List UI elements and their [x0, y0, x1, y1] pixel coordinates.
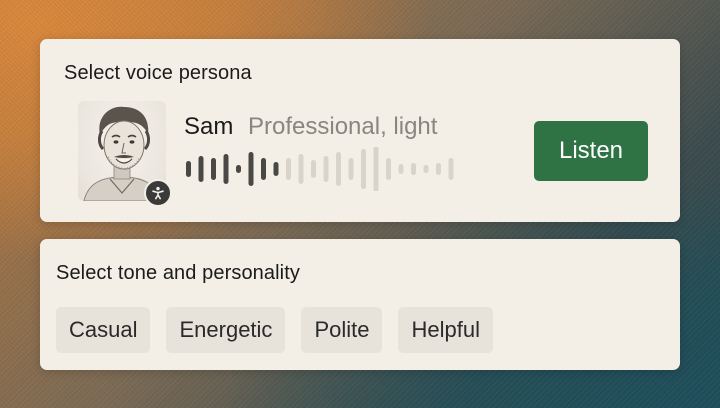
accessibility-icon	[144, 179, 172, 207]
waveform-bar	[211, 158, 216, 180]
tone-chip-polite[interactable]: Polite	[301, 307, 383, 353]
waveform-bar	[273, 162, 279, 176]
waveform-bar	[448, 158, 454, 180]
waveform-bar	[361, 149, 366, 189]
waveform-bar	[348, 158, 354, 180]
waveform-bar	[223, 154, 229, 184]
waveform-bar	[386, 158, 391, 180]
tone-chip-helpful[interactable]: Helpful	[398, 307, 493, 353]
tone-personality-card: Select tone and personality Casual Energ…	[40, 239, 680, 370]
waveform-bar	[336, 152, 341, 186]
tone-chip-casual[interactable]: Casual	[56, 307, 151, 353]
persona-avatar[interactable]	[78, 101, 172, 207]
tone-personality-title: Select tone and personality	[56, 262, 300, 284]
waveform-bar	[373, 147, 379, 191]
listen-button[interactable]: Listen	[534, 121, 648, 181]
voice-persona-title: Select voice persona	[64, 62, 252, 84]
waveform-bar	[411, 163, 416, 175]
persona-name: Sam	[184, 113, 234, 140]
waveform-bar	[298, 154, 304, 184]
tone-chip-energetic[interactable]: Energetic	[166, 307, 286, 353]
waveform-bar	[236, 165, 241, 173]
persona-description: Professional, light	[248, 113, 438, 140]
waveform-bar	[198, 156, 204, 182]
tone-chip-list: Casual Energetic Polite Helpful	[56, 307, 493, 353]
waveform-bar	[311, 160, 316, 178]
waveform-bar	[398, 164, 404, 174]
waveform-bar	[436, 163, 441, 175]
waveform-bar	[186, 161, 191, 177]
voice-persona-card: Select voice persona Sam Professional, l…	[40, 39, 680, 222]
waveform-bar	[248, 152, 254, 186]
waveform-bar	[286, 158, 291, 180]
waveform-bar	[261, 158, 266, 180]
waveform-bar	[423, 165, 429, 173]
audio-waveform[interactable]	[184, 147, 464, 191]
waveform-bar	[323, 156, 329, 182]
